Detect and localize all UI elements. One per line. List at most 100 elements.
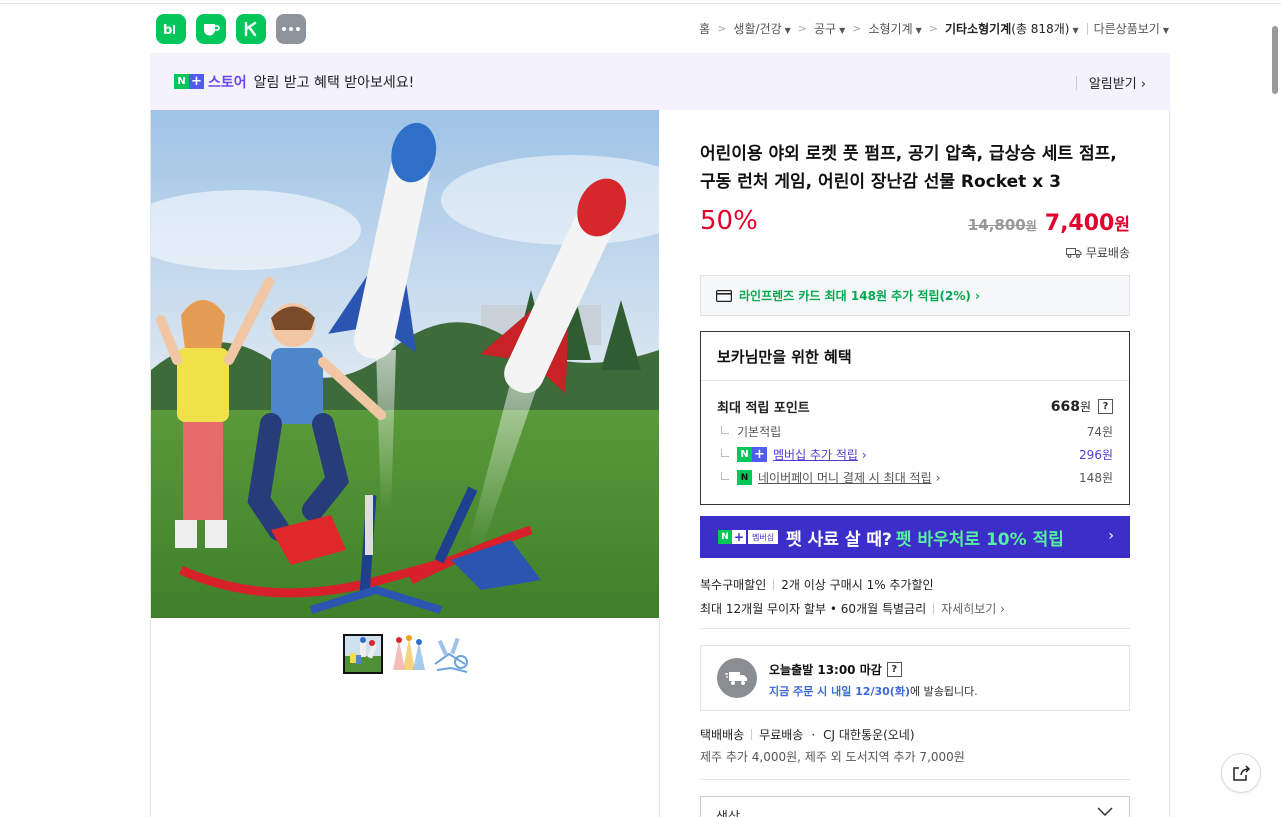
blog-icon[interactable]: b xyxy=(156,14,186,44)
multi-buy-label: 복수구매할인 xyxy=(700,578,767,592)
breadcrumb-separator: > xyxy=(797,22,807,35)
membership-points-link[interactable]: 멤버십 추가 적립 xyxy=(773,446,858,463)
page-scrollbar[interactable] xyxy=(1272,26,1278,94)
breadcrumb-category-2[interactable]: 공구 ▼ xyxy=(814,20,845,37)
membership-label: 멤버십 xyxy=(748,530,779,544)
thumbnail-2[interactable] xyxy=(387,634,427,674)
plus-icon: + xyxy=(732,530,746,544)
dot-separator: · xyxy=(811,727,816,742)
share-icon xyxy=(1233,765,1251,781)
shipping-label: 무료배송 xyxy=(1085,246,1130,260)
svg-text:b: b xyxy=(163,23,172,36)
plus-icon: + xyxy=(752,447,767,462)
delivery-extra-fee: 제주 추가 4,000원, 제주 외 도서지역 추가 7,000원 xyxy=(700,750,965,764)
breadcrumb-category-3[interactable]: 소형기계 ▼ xyxy=(868,20,921,37)
breadcrumb: 홈 > 생활/건강 ▼ > 공구 ▼ > 소형기계 ▼ > 기타소형기계(총 818개… xyxy=(699,20,1169,37)
product-main-image[interactable] xyxy=(151,110,659,618)
breadcrumb-separator: > xyxy=(717,22,727,35)
pet-voucher-banner[interactable]: N + 멤버십 펫 사료 살 때? 펫 바우처로 10% 적립 › xyxy=(700,516,1130,558)
card-benefit-link[interactable]: 라인프렌즈 카드 최대 148원 추가 적립(2%) › xyxy=(700,275,1130,316)
card-benefit-text: 라인프렌즈 카드 최대 148원 추가 적립(2%) › xyxy=(739,289,980,303)
member-benefit-box: 보카님만을 위한 혜택 최대 적립 포인트 668원 ? 기본적립 74원 N … xyxy=(700,331,1130,505)
delivery-carrier: CJ 대한통운(오네) xyxy=(823,728,915,742)
installment-details-link[interactable]: 자세히보기 › xyxy=(941,600,1005,617)
naver-pay-icon: N xyxy=(737,470,752,485)
breadcrumb-category-4[interactable]: 기타소형기계(총 818개) ▼ xyxy=(945,20,1079,37)
fast-delivery-icon xyxy=(717,658,757,698)
caret-down-icon: ▼ xyxy=(784,26,791,35)
membership-badge: N + 멤버십 xyxy=(718,530,779,544)
today-shipping-title: 오늘출발 13:00 마감 xyxy=(769,663,882,677)
today-shipping-title-row: 오늘출발 13:00 마감 ? xyxy=(769,661,902,678)
store-notification-banner: N + 스토어 알림 받고 혜택 받아보세요! 알림받기 › xyxy=(150,53,1170,110)
caret-down-icon: ▼ xyxy=(839,26,846,35)
divider xyxy=(1086,22,1088,35)
pet-banner-text: 펫 사료 살 때? xyxy=(786,529,892,550)
today-shipping-box: 오늘출발 13:00 마감 ? 지금 주문 시 내일 12/30(화)에 발송됩… xyxy=(700,645,1130,711)
credit-card-icon xyxy=(716,289,732,302)
npay-points-value: 148원 xyxy=(1079,471,1113,485)
multi-buy-value: 2개 이상 구매시 1% 추가할인 xyxy=(781,578,934,592)
thumbnail-list xyxy=(343,634,471,674)
tree-elbow xyxy=(721,425,729,434)
caret-down-icon: ▼ xyxy=(1162,26,1169,35)
share-button[interactable] xyxy=(1221,753,1261,793)
npay-points-link[interactable]: 네이버페이 머니 결제 시 최대 적립 xyxy=(758,469,932,486)
store-label: 스토어 xyxy=(208,74,247,91)
product-title: 어린이용 야외 로켓 풋 펌프, 공기 압축, 급상승 세트 점프, 구동 런처… xyxy=(700,144,1117,192)
chevron-right-icon: › xyxy=(861,447,867,462)
option-select-color[interactable]: 색상 xyxy=(700,796,1130,817)
thumbnail-3[interactable] xyxy=(431,634,471,674)
today-shipping-desc: 지금 주문 시 내일 12/30(화)에 발송됩니다. xyxy=(769,683,978,699)
chevron-right-icon: › xyxy=(935,470,941,485)
option-select-label: 색상 xyxy=(716,810,740,817)
installment-text: 최대 12개월 무이자 할부 • 60개월 특별금리 xyxy=(700,602,927,616)
max-points-value: 668원 xyxy=(1050,399,1091,415)
naver-plus-logo: N + xyxy=(737,447,767,462)
chevron-right-icon: › xyxy=(1108,528,1114,544)
divider xyxy=(773,579,775,590)
caret-down-icon: ▼ xyxy=(1072,26,1079,35)
installment-info: 최대 12개월 무이자 할부 • 60개월 특별금리 자세히보기 › xyxy=(700,600,1130,617)
alarm-subscribe-button[interactable]: 알림받기 › xyxy=(1075,73,1146,92)
divider xyxy=(933,603,935,614)
banner-message: 알림 받고 혜택 받아보세요! xyxy=(253,74,415,91)
frame-border xyxy=(1169,110,1170,817)
thumbnail-1[interactable] xyxy=(343,634,383,674)
naver-n-icon: N xyxy=(737,447,752,462)
top-divider xyxy=(0,3,1281,4)
naver-n-icon: N xyxy=(718,530,732,544)
breadcrumb-separator: > xyxy=(852,22,862,35)
frame-border xyxy=(659,618,660,817)
membership-points-row: N + 멤버십 추가 적립 › 296원 xyxy=(717,446,1113,463)
tree-elbow xyxy=(721,471,729,480)
sale-price: 7,400원 xyxy=(1044,211,1130,236)
breadcrumb-separator: > xyxy=(928,22,939,35)
breadcrumb-home[interactable]: 홈 xyxy=(699,20,710,37)
caret-down-icon: ▼ xyxy=(915,26,922,35)
more-icon[interactable] xyxy=(276,14,306,44)
other-products-link[interactable]: 다른상품보기 ▼ xyxy=(1094,20,1169,37)
cafe-icon[interactable] xyxy=(196,14,226,44)
alarm-label: 알림받기 › xyxy=(1088,77,1146,92)
shipping-info: 무료배송 xyxy=(1065,244,1130,261)
delivery-fee: 무료배송 xyxy=(759,728,804,742)
max-points-row: 최대 적립 포인트 668원 ? xyxy=(717,397,1113,416)
help-icon[interactable]: ? xyxy=(886,662,902,677)
npay-points-row: N 네이버페이 머니 결제 시 최대 적립 › 148원 xyxy=(717,469,1113,486)
delivery-info: 택배배송 무료배송 · CJ 대한통운(오네) xyxy=(700,726,1130,743)
breadcrumb-category-1[interactable]: 생활/건강 ▼ xyxy=(733,20,790,37)
section-divider xyxy=(700,779,1130,780)
help-icon[interactable]: ? xyxy=(1098,399,1113,414)
plus-icon: + xyxy=(189,74,204,89)
divider xyxy=(751,729,753,740)
ship-date-suffix: 에 발송됩니다. xyxy=(909,685,978,698)
max-points-label: 최대 적립 포인트 xyxy=(717,401,810,416)
membership-points-value: 296원 xyxy=(1079,448,1113,462)
discount-rate: 50% xyxy=(700,206,758,236)
basic-points-value: 74원 xyxy=(1086,425,1113,439)
ship-date-highlight: 지금 주문 시 내일 12/30(화) xyxy=(769,685,910,698)
original-price: 14,800원 xyxy=(967,216,1037,234)
chevron-down-icon xyxy=(1097,807,1113,816)
shortcut-icon[interactable] xyxy=(236,14,266,44)
